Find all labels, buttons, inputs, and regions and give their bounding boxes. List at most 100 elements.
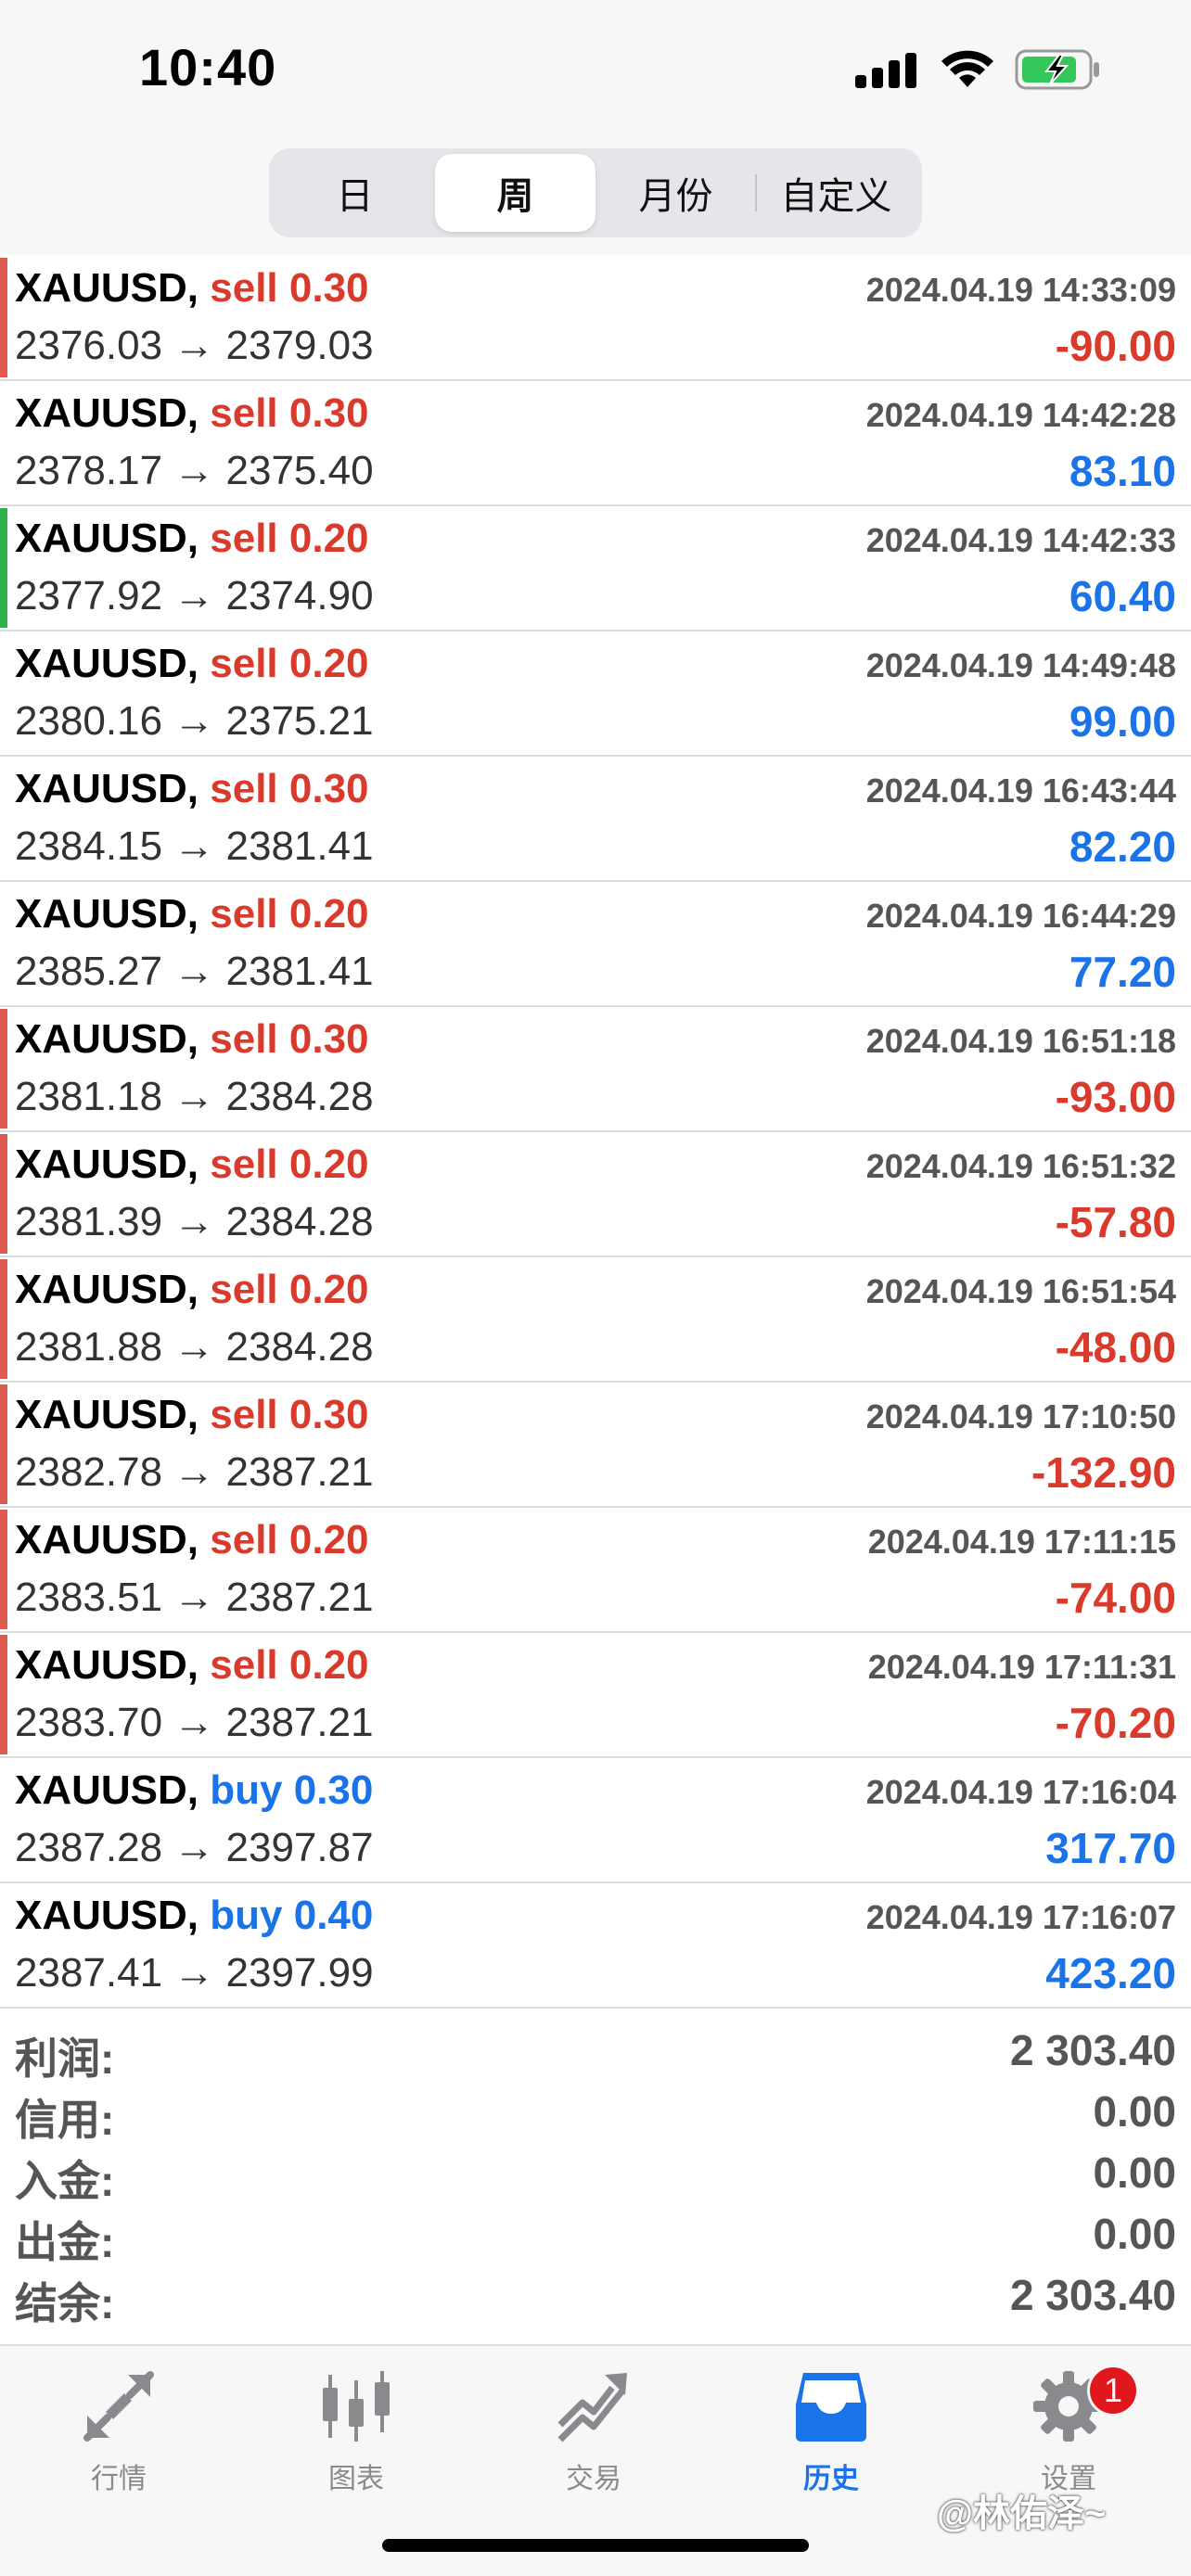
deal-row[interactable]: XAUUSD, buy 0.40 2387.41 → 2397.99 2024.… [0, 1883, 1191, 2009]
deal-profit: 60.40 [1069, 572, 1176, 620]
period-tab-label: 月份 [638, 176, 713, 217]
deal-volume: 0.20 [288, 891, 369, 937]
deal-prices: 2383.51 → 2387.21 [15, 1575, 374, 1620]
summary-balance: 结余: 2 303.40 [0, 2266, 1191, 2327]
deal-row-indicator [0, 1760, 7, 1880]
period-tab-day[interactable]: 日 [275, 154, 435, 232]
status-time: 10:40 [139, 38, 277, 96]
deal-profit: -70.20 [1055, 1699, 1176, 1747]
deal-prices: 2384.15 → 2381.41 [15, 823, 374, 869]
deal-side: sell [210, 1141, 278, 1187]
tab-trade[interactable]: 交易 [501, 2365, 686, 2504]
period-tab-label: 自定义 [780, 176, 892, 217]
deal-profit: -48.00 [1055, 1323, 1176, 1371]
tab-quotes[interactable]: 行情 [26, 2365, 211, 2504]
deal-prices: 2377.92 → 2374.90 [15, 573, 374, 618]
deal-row-indicator [0, 1885, 7, 2005]
deal-symbol: XAUUSD, buy 0.30 [15, 1767, 374, 1813]
deal-time: 2024.04.19 14:49:48 [865, 646, 1176, 684]
deal-row[interactable]: XAUUSD, sell 0.20 2381.39 → 2384.28 2024… [0, 1132, 1191, 1257]
deal-time: 2024.04.19 16:51:18 [865, 1022, 1176, 1060]
status-bar: 10:40 [0, 0, 1191, 139]
deal-side: sell [210, 265, 278, 311]
chart-icon [314, 2365, 398, 2448]
watermark: @林佑泽~ [937, 2493, 1107, 2534]
summary-value: 0.00 [1093, 2149, 1176, 2197]
deal-symbol: XAUUSD, sell 0.30 [15, 265, 369, 311]
tab-label: 行情 [91, 2464, 147, 2494]
deal-row-indicator [0, 884, 7, 1003]
deal-row[interactable]: XAUUSD, sell 0.30 2384.15 → 2381.41 2024… [0, 757, 1191, 882]
deal-prices: 2378.17 → 2375.40 [15, 448, 374, 493]
deal-row[interactable]: XAUUSD, sell 0.30 2378.17 → 2375.40 2024… [0, 381, 1191, 506]
deal-volume: 0.20 [288, 1642, 369, 1688]
deal-row-indicator [0, 633, 7, 753]
summary-label: 利润: [15, 2034, 115, 2083]
deal-time: 2024.04.19 17:11:15 [867, 1523, 1176, 1561]
summary-label: 信用: [15, 2096, 115, 2144]
deal-symbol: XAUUSD, sell 0.20 [15, 516, 369, 561]
deal-volume: 0.30 [288, 766, 369, 811]
summary-withdrawal: 出金: 0.00 [0, 2205, 1191, 2266]
deal-side: sell [210, 1517, 278, 1562]
account-summary: 利润: 2 303.40 信用: 0.00 入金: 0.00 出金: 0.00 … [0, 2021, 1191, 2327]
deal-row[interactable]: XAUUSD, sell 0.30 2381.18 → 2384.28 2024… [0, 1007, 1191, 1132]
deal-row[interactable]: XAUUSD, buy 0.30 2387.28 → 2397.87 2024.… [0, 1758, 1191, 1883]
deal-side: buy [210, 1767, 283, 1813]
deal-row[interactable]: XAUUSD, sell 0.30 2382.78 → 2387.21 2024… [0, 1383, 1191, 1508]
deal-volume: 0.20 [288, 1141, 369, 1187]
summary-value: 0.00 [1093, 2087, 1176, 2136]
deal-row[interactable]: XAUUSD, sell 0.20 2381.88 → 2384.28 2024… [0, 1257, 1191, 1383]
tab-history[interactable]: 历史 [738, 2365, 924, 2504]
deal-profit: 77.20 [1069, 948, 1176, 996]
deal-time: 2024.04.19 16:44:29 [865, 897, 1176, 935]
deal-symbol: XAUUSD, sell 0.30 [15, 390, 369, 436]
deal-row-indicator [0, 258, 7, 377]
tab-chart[interactable]: 图表 [263, 2365, 449, 2504]
period-tab-week[interactable]: 周 [435, 154, 596, 232]
period-tab-label: 周 [496, 176, 534, 217]
period-header: 日 周 月份 自定义 [0, 139, 1191, 255]
deal-row-indicator [0, 1134, 7, 1254]
summary-deposit: 入金: 0.00 [0, 2144, 1191, 2205]
deal-prices: 2376.03 → 2379.03 [15, 323, 374, 368]
deal-profit: 82.20 [1069, 823, 1176, 871]
deal-row-indicator [0, 1635, 7, 1754]
deal-profit: -93.00 [1055, 1073, 1176, 1121]
deal-side: sell [210, 641, 278, 686]
deal-time: 2024.04.19 14:33:09 [865, 271, 1176, 309]
deal-row[interactable]: XAUUSD, sell 0.20 2380.16 → 2375.21 2024… [0, 631, 1191, 757]
deal-profit: -132.90 [1031, 1448, 1176, 1497]
deal-row[interactable]: XAUUSD, sell 0.30 2376.03 → 2379.03 2024… [0, 256, 1191, 381]
deal-row-indicator [0, 1259, 7, 1379]
deal-volume: 0.30 [288, 1016, 369, 1062]
trade-icon [552, 2365, 635, 2448]
deal-time: 2024.04.19 17:16:07 [865, 1898, 1176, 1936]
cellular-signal-icon [855, 53, 916, 88]
deal-row[interactable]: XAUUSD, sell 0.20 2377.92 → 2374.90 2024… [0, 506, 1191, 631]
deal-symbol: XAUUSD, sell 0.20 [15, 641, 369, 686]
deal-row-indicator [0, 759, 7, 878]
deal-symbol: XAUUSD, buy 0.40 [15, 1893, 374, 1938]
tab-label: 图表 [328, 2464, 384, 2494]
deal-profit: 423.20 [1045, 1949, 1176, 1997]
deal-row[interactable]: XAUUSD, sell 0.20 2383.51 → 2387.21 2024… [0, 1508, 1191, 1633]
deal-symbol: XAUUSD, sell 0.20 [15, 1517, 369, 1562]
deal-side: sell [210, 390, 278, 436]
summary-value: 2 303.40 [1009, 2026, 1176, 2074]
deal-prices: 2380.16 → 2375.21 [15, 698, 374, 744]
period-tab-custom[interactable]: 自定义 [756, 154, 916, 232]
summary-profit: 利润: 2 303.40 [0, 2021, 1191, 2083]
deal-volume: 0.30 [288, 390, 369, 436]
deal-symbol: XAUUSD, sell 0.20 [15, 1267, 369, 1312]
period-tab-month[interactable]: 月份 [596, 154, 757, 232]
deal-prices: 2383.70 → 2387.21 [15, 1700, 374, 1745]
deal-side: sell [210, 1392, 278, 1437]
summary-value: 0.00 [1093, 2210, 1176, 2258]
deal-time: 2024.04.19 16:43:44 [865, 772, 1176, 810]
status-icons [855, 46, 1102, 93]
deal-row[interactable]: XAUUSD, sell 0.20 2383.70 → 2387.21 2024… [0, 1633, 1191, 1758]
period-tab-label: 日 [336, 176, 374, 217]
home-indicator[interactable] [382, 2539, 809, 2552]
deal-row[interactable]: XAUUSD, sell 0.20 2385.27 → 2381.41 2024… [0, 882, 1191, 1007]
